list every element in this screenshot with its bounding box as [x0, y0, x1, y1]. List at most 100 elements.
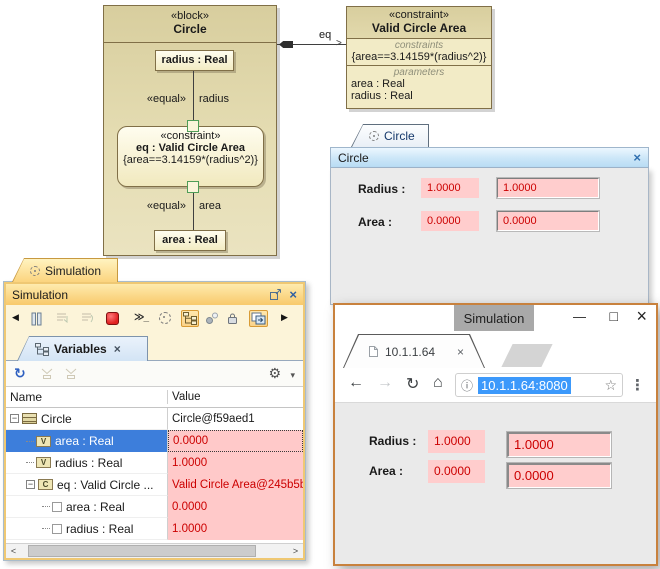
part-area[interactable]: area : Real — [154, 230, 226, 251]
export-collapse-icon[interactable] — [40, 367, 54, 380]
table-header[interactable]: Name Value — [6, 387, 303, 408]
part-radius[interactable]: radius : Real — [155, 50, 234, 71]
constraint-expression: {area==3.14159*(radius^2)} — [347, 51, 491, 63]
step-over-icon[interactable] — [81, 312, 96, 325]
parameter-icon — [52, 524, 62, 534]
row-name: eq : Valid Circle ... — [57, 478, 153, 492]
close-icon[interactable]: × — [289, 288, 297, 301]
simulation-title: Simulation — [12, 288, 68, 302]
variables-tab[interactable]: Variables × — [17, 336, 148, 361]
radius-input-field[interactable]: 1.0000 — [507, 432, 611, 457]
row-value[interactable]: Valid Circle Area@245b5bc — [168, 474, 303, 496]
maximize-button[interactable]: □ — [610, 308, 618, 324]
row-value[interactable]: 0.0000 — [168, 496, 303, 518]
block-name: Circle — [104, 22, 276, 36]
scroll-left-icon[interactable]: < — [6, 544, 21, 558]
home-icon[interactable]: ⌂ — [433, 374, 443, 392]
horizontal-scrollbar[interactable]: < > — [6, 543, 303, 558]
expander-icon[interactable]: − — [10, 414, 19, 423]
table-row[interactable]: V radius : Real 1.0000 — [6, 452, 303, 474]
binding-radius-stereotype: «equal» — [118, 93, 186, 105]
browser-tab[interactable]: 10.1.1.64 × — [343, 334, 485, 368]
info-icon[interactable]: ⓘ — [461, 377, 473, 394]
circle-panel-titlebar[interactable]: Circle × — [330, 147, 649, 168]
chevron-down-icon[interactable]: ▾ — [290, 370, 295, 381]
refresh-icon[interactable]: ↻ — [14, 365, 26, 382]
tab-close-icon[interactable]: × — [457, 345, 464, 359]
stop-icon[interactable] — [106, 312, 119, 325]
table-row[interactable]: − C eq : Valid Circle ... Valid Circle A… — [6, 474, 303, 496]
variables-view-button[interactable] — [181, 310, 199, 327]
simulation-titlebar[interactable]: Simulation × — [6, 284, 303, 305]
eq-connector-diamond — [279, 41, 293, 48]
constraint-block[interactable]: «constraint» Valid Circle Area constrain… — [346, 6, 492, 109]
scrollbar-thumb[interactable] — [28, 545, 256, 557]
toolbar-overflow-left-icon[interactable]: ◀ — [12, 312, 19, 323]
radius-label: Radius : — [358, 182, 405, 196]
simulation-panel: Simulation Simulation × ◀ — [3, 258, 306, 561]
parameters-caption: parameters — [347, 67, 491, 78]
column-value[interactable]: Value — [168, 391, 303, 403]
parameter-port-area[interactable] — [187, 181, 199, 193]
table-row[interactable]: area : Real 0.0000 — [6, 496, 303, 518]
binding-area-end-name: area — [199, 200, 221, 212]
parameter-port-radius[interactable] — [187, 120, 199, 132]
lock-icon[interactable] — [227, 312, 238, 325]
simulation-panel-tab[interactable]: Simulation — [12, 258, 118, 282]
new-tab-button[interactable] — [501, 344, 552, 367]
simulation-toolbar: ◀ ≫_ — [6, 305, 303, 335]
step-into-icon[interactable] — [56, 312, 71, 325]
open-ui-window-button[interactable] — [249, 310, 268, 327]
area-input-field[interactable]: 0.0000 — [507, 463, 611, 488]
close-icon[interactable]: × — [633, 151, 641, 164]
bookmark-star-icon[interactable]: ☆ — [604, 377, 617, 394]
url-text-selected[interactable]: 10.1.1.64:8080 — [478, 377, 571, 394]
parameter-area: area : Real — [347, 78, 491, 90]
float-window-icon[interactable] — [270, 289, 282, 300]
binding-connector-radius[interactable] — [193, 71, 194, 127]
export-expand-icon[interactable] — [64, 367, 78, 380]
minimize-button[interactable]: — — [573, 309, 586, 324]
back-icon[interactable]: ← — [348, 374, 364, 392]
row-value[interactable]: 0.0000 — [168, 430, 303, 452]
row-name: area : Real — [66, 500, 125, 514]
row-name: radius : Real — [55, 456, 122, 470]
row-value[interactable]: 1.0000 — [168, 518, 303, 540]
radius-output-field: 1.0000 — [428, 430, 485, 453]
constraint-property[interactable]: «constraint» eq : Valid Circle Area {are… — [117, 126, 264, 187]
constraint-property-icon: C — [38, 479, 53, 490]
simulation-config-icon[interactable] — [159, 312, 171, 324]
binding-connector-area[interactable] — [193, 193, 194, 231]
block-circle-header: «block» Circle — [104, 6, 276, 43]
table-row[interactable]: radius : Real 1.0000 — [6, 518, 303, 540]
circle-panel-body: Radius : 1.0000 1.0000 Area : 0.0000 0.0… — [330, 168, 649, 305]
console-icon[interactable]: ≫_ — [134, 312, 148, 323]
toolbar-overflow-right-icon[interactable]: ▶ — [281, 312, 288, 323]
instances-icon[interactable] — [205, 312, 219, 325]
row-value[interactable]: 1.0000 — [168, 452, 303, 474]
address-bar[interactable]: ⓘ 10.1.1.64:8080 ☆ — [455, 373, 623, 397]
scroll-right-icon[interactable]: > — [288, 544, 303, 558]
gear-icon[interactable]: ⚙ — [268, 365, 281, 382]
area-label: Area : — [358, 215, 392, 229]
close-icon[interactable]: × — [114, 342, 121, 356]
simulation-tab-face: Simulation — [13, 259, 117, 282]
column-name[interactable]: Name — [6, 390, 168, 404]
area-input-field[interactable]: 0.0000 — [497, 211, 599, 231]
radius-input-field[interactable]: 1.0000 — [497, 178, 599, 198]
eq-connector-label: eq — [319, 29, 331, 41]
page-icon — [368, 345, 379, 358]
circle-panel-tab[interactable]: Circle — [351, 124, 429, 147]
close-button[interactable]: × — [636, 306, 647, 327]
pause-icon[interactable] — [30, 312, 43, 326]
table-row-selected[interactable]: V area : Real 0.0000 — [6, 430, 303, 452]
circle-panel-tab-label: Circle — [384, 129, 415, 143]
expander-icon[interactable]: − — [26, 480, 35, 489]
table-row[interactable]: − Circle Circle@f59aed1 — [6, 408, 303, 430]
parameter-radius: radius : Real — [347, 90, 491, 102]
binding-area-stereotype: «equal» — [112, 200, 186, 212]
value-property-icon: V — [36, 457, 51, 468]
row-value[interactable]: Circle@f59aed1 — [168, 408, 303, 430]
reload-icon[interactable]: ↻ — [406, 374, 419, 394]
browser-menu-icon[interactable]: ⋮ — [630, 376, 645, 394]
